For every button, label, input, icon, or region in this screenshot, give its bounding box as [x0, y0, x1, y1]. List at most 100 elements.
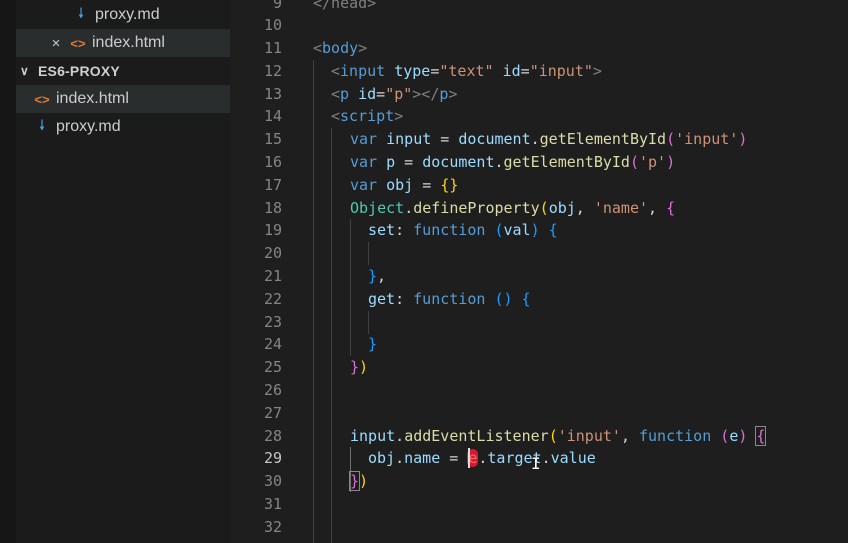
line-number-current: 29: [263, 449, 282, 467]
identifier: p: [386, 153, 396, 171]
string-literal: 'input': [675, 130, 739, 148]
identifier: obj: [548, 199, 576, 217]
code-line-12: <input type="text" id="input">: [331, 62, 602, 80]
line-number: 9: [272, 0, 282, 12]
indent-guide: [368, 242, 369, 265]
code-line-21: },: [368, 267, 387, 285]
line-number: 31: [263, 495, 282, 513]
class-name: Object: [350, 199, 405, 217]
tag-text: </head>: [313, 0, 377, 12]
keyword: var: [350, 176, 378, 194]
code-line-30: }): [348, 471, 369, 491]
code-line-28: input.addEventListener('input', function…: [350, 426, 767, 446]
parameter: e: [729, 427, 739, 445]
identifier: document: [458, 130, 531, 148]
tag-name: p: [340, 85, 350, 103]
property: get: [368, 290, 396, 308]
attr-value: "input": [529, 62, 593, 80]
line-number: 20: [263, 244, 282, 262]
keyword: function: [639, 427, 712, 445]
code-line-16: var p = document.getElementById('p'): [350, 153, 676, 171]
attr-value: "p": [385, 85, 413, 103]
indent-guide: [368, 311, 369, 334]
keyword: var: [350, 130, 378, 148]
identifier: input: [386, 130, 432, 148]
folder-name: ES6-PROXY: [38, 63, 120, 79]
line-number: 32: [263, 518, 282, 536]
attr-name: id: [502, 62, 521, 80]
code-line-25: }): [350, 358, 369, 376]
property: set: [368, 221, 396, 239]
line-number: 21: [263, 267, 282, 285]
code-line-11: <body>: [313, 39, 368, 57]
code-line-24: }: [368, 335, 378, 353]
tag-name: body: [322, 39, 359, 57]
attr-value: "text": [439, 62, 494, 80]
parameter: val: [503, 221, 531, 239]
text-cursor: [468, 448, 470, 468]
string-literal: 'name': [593, 199, 649, 217]
function-name: addEventListener: [404, 427, 549, 445]
code-line-29: obj.name = e.target.value: [368, 449, 596, 467]
chevron-down-icon: ∨: [20, 64, 29, 78]
function-name: getElementById: [503, 153, 630, 171]
line-number: 10: [263, 16, 282, 34]
identifier: document: [422, 153, 495, 171]
markdown-file-icon: 🠗: [38, 117, 45, 133]
line-number: 14: [263, 107, 282, 125]
line-number: 30: [263, 472, 282, 490]
keyword: function: [413, 290, 486, 308]
folder-header-es6-proxy[interactable]: ∨ ES6-PROXY: [16, 57, 230, 85]
open-editor-label: index.html: [92, 34, 165, 51]
code-area[interactable]: </head> <body> <input type="text" id="in…: [313, 0, 848, 543]
line-number: 24: [263, 335, 282, 353]
explorer-sidebar: 🠗 proxy.md × <> index.html ∨ ES6-PROXY <…: [0, 0, 230, 543]
activity-bar: [0, 0, 16, 543]
code-line-18: Object.defineProperty(obj, 'name', {: [350, 199, 676, 217]
line-number: 16: [263, 153, 282, 171]
code-line-9: </head>: [313, 0, 376, 14]
line-number: 25: [263, 358, 282, 376]
ibeam-cursor-icon: I: [531, 454, 541, 473]
keyword: var: [350, 153, 378, 171]
indent-guide: [331, 128, 332, 543]
tag-name: script: [340, 107, 395, 125]
line-number: 13: [263, 85, 282, 103]
indent-guide: [350, 219, 351, 356]
line-number: 26: [263, 381, 282, 399]
code-line-22: get: function () {: [368, 290, 531, 308]
html-file-icon: <>: [34, 91, 50, 107]
function-name: getElementById: [539, 130, 667, 148]
markdown-file-icon: 🠗: [77, 5, 84, 21]
code-line-19: set: function (val) {: [368, 221, 558, 239]
code-line-14: <script>: [331, 107, 404, 125]
line-number: 22: [263, 290, 282, 308]
code-editor[interactable]: 9 10 11 12 13 14 15 16 17 18 19 20 21 22…: [230, 0, 848, 543]
line-number: 18: [263, 199, 282, 217]
line-number: 11: [263, 39, 282, 57]
line-number: 28: [263, 427, 282, 445]
function-name: defineProperty: [413, 199, 540, 217]
identifier: obj: [368, 449, 396, 467]
line-number: 15: [263, 130, 282, 148]
file-item-index-html[interactable]: <> index.html: [16, 85, 230, 113]
file-label: index.html: [56, 90, 129, 107]
string-literal: 'input': [557, 427, 621, 445]
attr-name: type: [394, 62, 431, 80]
string-literal: 'p': [639, 153, 667, 171]
keyword: function: [413, 221, 486, 239]
open-editor-index-html[interactable]: × <> index.html: [16, 29, 230, 57]
identifier: obj: [386, 176, 414, 194]
close-icon[interactable]: ×: [48, 35, 64, 52]
html-file-icon: <>: [70, 35, 86, 51]
tag-name: input: [340, 62, 386, 80]
code-line-17: var obj = {}: [350, 176, 459, 194]
file-item-proxy-md[interactable]: 🠗 proxy.md: [16, 113, 230, 141]
line-number: 12: [263, 62, 282, 80]
indent-guide: [313, 60, 314, 543]
line-number-gutter: 9 10 11 12 13 14 15 16 17 18 19 20 21 22…: [230, 0, 290, 543]
code-line-15: var input = document.getElementById('inp…: [350, 130, 748, 148]
property: name: [404, 449, 441, 467]
attr-name: id: [358, 85, 377, 103]
open-editor-proxy-md[interactable]: 🠗 proxy.md: [16, 1, 230, 29]
